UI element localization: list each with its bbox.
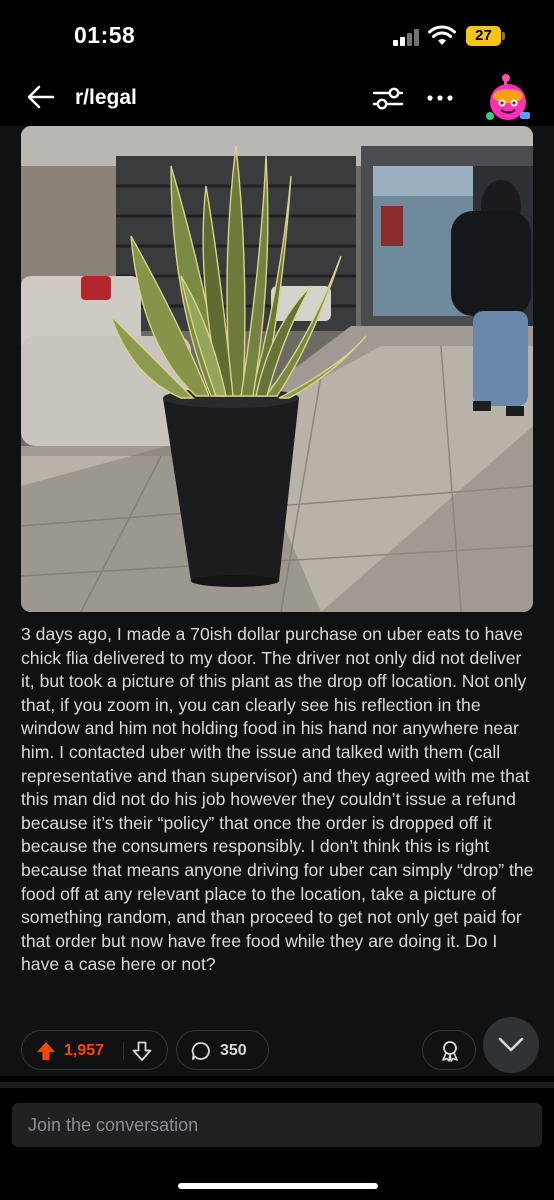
post-image[interactable]: [21, 126, 533, 612]
vote-divider: [123, 1042, 124, 1060]
comment-count: 350: [220, 1042, 247, 1059]
status-bar: 01:58 27: [0, 0, 554, 70]
scroll-down-button[interactable]: [483, 1017, 539, 1073]
section-divider: [0, 1082, 554, 1088]
post-card: 3 days ago, I made a 70ish dollar purcha…: [0, 126, 554, 1076]
status-time: 01:58: [74, 22, 136, 48]
vote-bar: 1,957: [21, 1030, 168, 1070]
filter-icon[interactable]: [372, 84, 404, 112]
header: r/legal: [0, 70, 554, 126]
post-body-text: 3 days ago, I made a 70ish dollar purcha…: [21, 624, 534, 975]
comment-composer[interactable]: [12, 1103, 542, 1147]
home-indicator[interactable]: [178, 1183, 378, 1189]
post-image-photo: [21, 126, 533, 612]
subreddit-name[interactable]: r/legal: [75, 86, 137, 110]
comments-button[interactable]: 350: [176, 1030, 269, 1070]
award-button[interactable]: [422, 1030, 476, 1070]
upvote-icon[interactable]: [36, 1041, 56, 1061]
award-icon: [442, 1041, 458, 1062]
downvote-icon[interactable]: [132, 1041, 152, 1061]
more-icon[interactable]: [424, 84, 456, 112]
back-arrow-icon[interactable]: [26, 82, 56, 112]
chevron-down-icon: [498, 1037, 524, 1052]
battery-level: 27: [466, 26, 501, 46]
battery-icon: 27: [466, 26, 506, 46]
signal-icon: [393, 28, 421, 46]
comment-input[interactable]: [12, 1103, 542, 1147]
vote-count: 1,957: [64, 1042, 105, 1059]
avatar[interactable]: [484, 72, 532, 122]
wifi-icon: [428, 25, 456, 45]
comment-icon: [191, 1042, 210, 1060]
